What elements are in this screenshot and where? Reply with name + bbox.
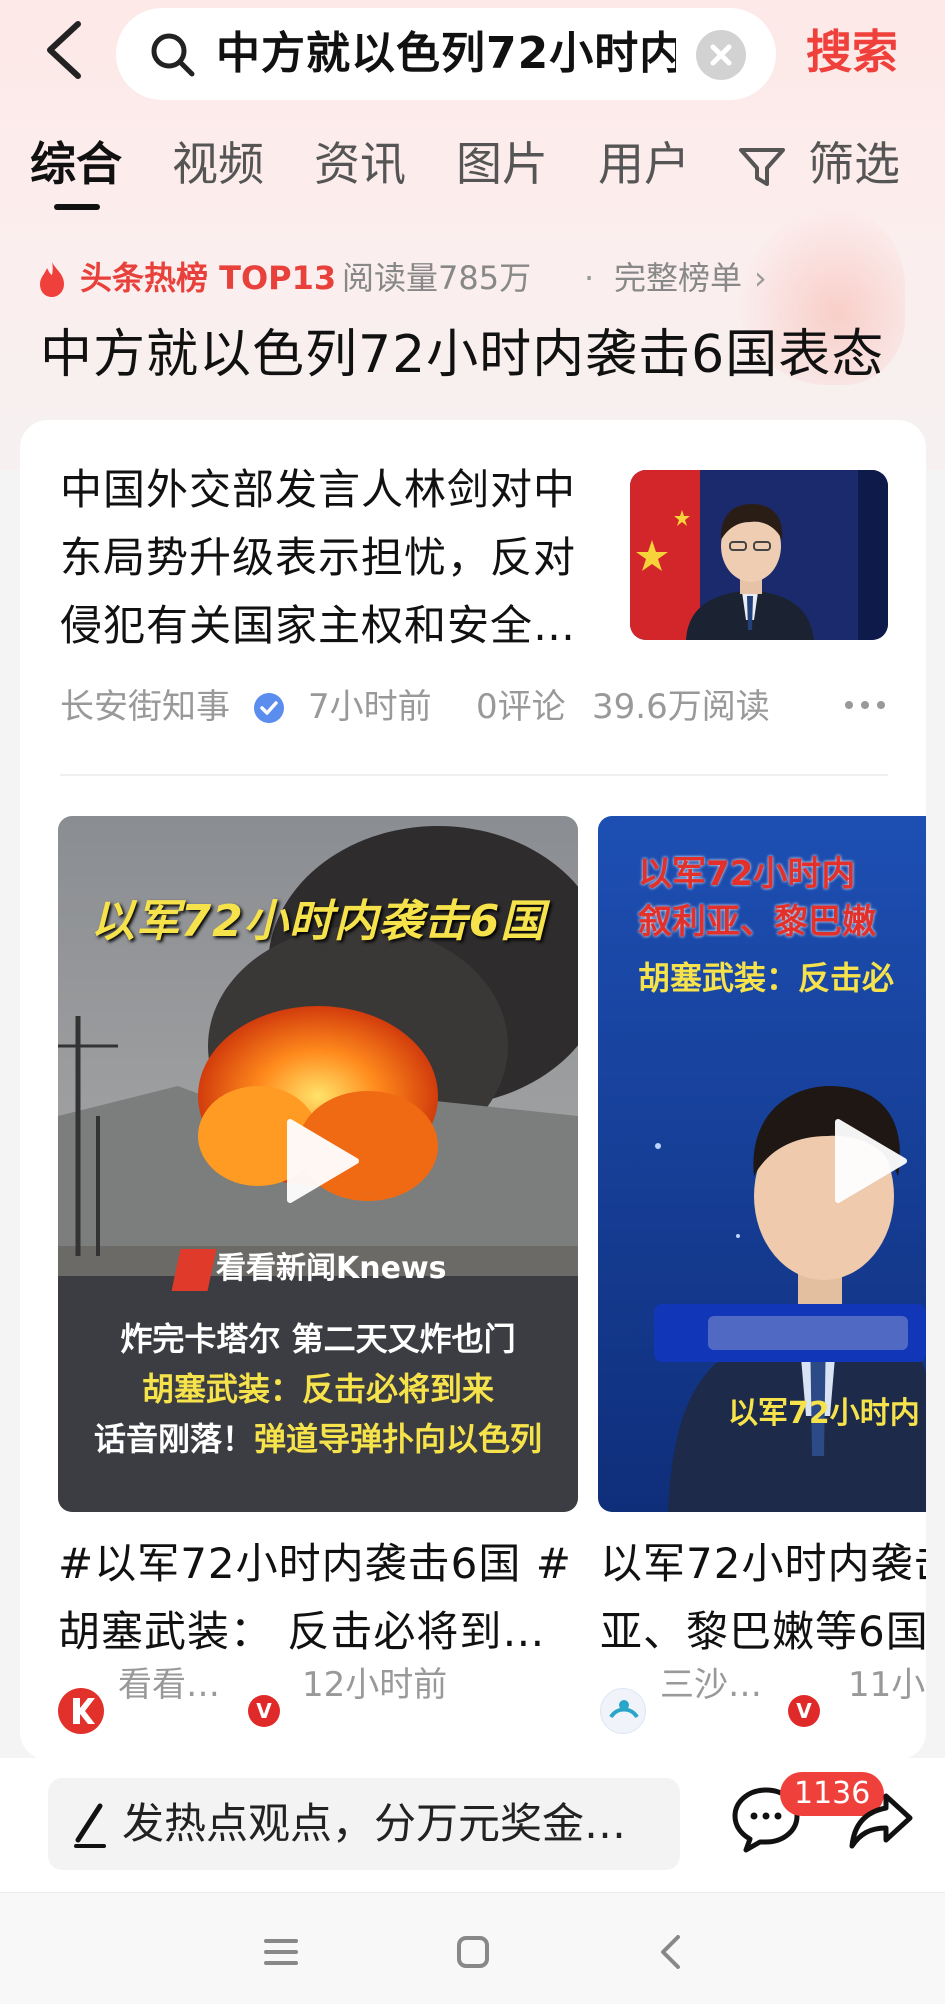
article-comments: 0评论 [476, 687, 566, 727]
active-tab-indicator [54, 204, 100, 210]
search-input[interactable]: 中方就以色列72小时内袭击6国表态 [216, 28, 676, 80]
article-time: 7小时前 [308, 687, 432, 727]
video-card-1[interactable]: 以军72小时内袭击6国 看看新闻Knews 炸完卡塔尔 第二天又炸也门 胡塞武装… [58, 816, 578, 1512]
video-card-2[interactable]: 以军72小时内 叙利亚、黎巴嫩 胡塞武装：反击必 以军72小时内 [598, 816, 926, 1512]
hot-rank-row[interactable]: 头条热榜 TOP13 阅读量785万 · 完整榜单 › [36, 256, 916, 300]
share-icon[interactable] [848, 1788, 914, 1852]
bottom-action-bar: 发热点观点，分万元奖金… 1136 [0, 1758, 945, 1892]
home-icon[interactable] [450, 1929, 496, 1975]
video-subtitle-2: 胡塞武装：反击必将到来 [141, 1370, 494, 1408]
back-icon[interactable] [648, 1929, 694, 1975]
search-box[interactable]: 中方就以色列72小时内袭击6国表态 [116, 8, 776, 100]
tab-users[interactable]: 用户 [598, 132, 690, 196]
video-2-time: 11小 [848, 1665, 926, 1705]
video-caption-1-line2[interactable]: 胡塞武装： 反击必将到… [58, 1598, 578, 1666]
video-overlay: 以军72小时内 叙利亚、黎巴嫩 胡塞武装：反击必 [598, 850, 926, 1280]
video-caption-2-line2[interactable]: 亚、黎巴嫩等6国 [600, 1598, 926, 1666]
tab-all[interactable]: 综合 [30, 132, 122, 196]
pen-icon [74, 1803, 106, 1848]
video2-overlay-line1: 以军72小时内 [638, 854, 856, 894]
video2-overlay-line2: 叙利亚、黎巴嫩 [638, 902, 876, 942]
video2-lower-third: 以军72小时内 [728, 1396, 920, 1431]
knews-logo-icon [171, 1248, 217, 1291]
video-subtitle-1: 炸完卡塔尔 第二天又炸也门 [120, 1320, 516, 1358]
video-caption-2-line1[interactable]: 以军72小时内袭击 [600, 1530, 926, 1598]
menu-icon[interactable] [258, 1929, 304, 1975]
more-options-icon[interactable] [842, 695, 888, 715]
search-icon [151, 33, 195, 77]
verified-icon [254, 693, 284, 723]
video-caption-1-line1[interactable]: #以军72小时内袭击6国 # [58, 1530, 578, 1598]
article-meta: 长安街知事 7小时前 0评论 39.6万阅读 [60, 682, 900, 732]
video-1-time: 12小时前 [302, 1665, 448, 1705]
results-card: 中国外交部发言人林剑对中东局势升级表示担忧，反对侵犯有关国家主权和安全… 长安街… [20, 420, 926, 1760]
clear-search-button[interactable] [696, 30, 746, 80]
comment-input[interactable]: 发热点观点，分万元奖金… [48, 1778, 680, 1870]
filter-icon[interactable] [738, 146, 786, 188]
back-button[interactable] [40, 20, 90, 80]
tab-news[interactable]: 资讯 [314, 132, 406, 196]
read-count: 阅读量785万 [342, 259, 532, 297]
play-icon[interactable] [282, 1116, 362, 1206]
video-overlay-title: 以军72小时内袭击6国 [90, 896, 546, 947]
play-icon[interactable] [830, 1116, 910, 1206]
hot-rank-label[interactable]: 头条热榜 TOP13 [80, 256, 336, 300]
back-arrow-icon [47, 21, 81, 79]
verified-v-badge: V [788, 1695, 820, 1727]
article-reads: 39.6万阅读 [592, 687, 770, 727]
article-headline[interactable]: 中国外交部发言人林剑对中东局势升级表示担忧，反对侵犯有关国家主权和安全… [60, 456, 600, 660]
verified-v-badge: V [248, 1695, 280, 1727]
tab-images[interactable]: 图片 [456, 132, 548, 196]
article-thumbnail[interactable] [630, 470, 888, 640]
video2-overlay-line3: 胡塞武装：反击必 [638, 959, 895, 997]
article-source[interactable]: 长安街知事 [60, 682, 230, 732]
video-subtitle-3: 话音刚落！弹道导弹扑向以色列 [93, 1420, 543, 1458]
search-tabs: 综合 视频 资讯 图片 用户 筛选 [30, 132, 920, 202]
news-watermark: 看看新闻Knews [171, 1244, 536, 1294]
video-2-source[interactable]: 三沙… [660, 1660, 762, 1710]
system-nav-bar [0, 1892, 945, 2004]
tab-video[interactable]: 视频 [172, 132, 264, 196]
separator-dot: · [584, 259, 595, 297]
video-1-source[interactable]: 看看… [118, 1660, 220, 1710]
avatar[interactable] [600, 1688, 646, 1734]
flame-icon [40, 262, 64, 297]
divider [60, 774, 888, 776]
search-submit-button[interactable]: 搜索 [806, 22, 898, 82]
avatar[interactable] [58, 1688, 104, 1734]
tab-filter[interactable]: 筛选 [808, 132, 900, 196]
close-icon [710, 44, 732, 66]
spokesperson-photo [630, 470, 888, 640]
chevron-right-icon: › [754, 259, 767, 297]
topic-title[interactable]: 中方就以色列72小时内袭击6国表态 [40, 320, 884, 390]
comment-placeholder: 发热点观点，分万元奖金… [122, 1799, 627, 1848]
full-list-link[interactable]: 完整榜单 [614, 256, 742, 300]
